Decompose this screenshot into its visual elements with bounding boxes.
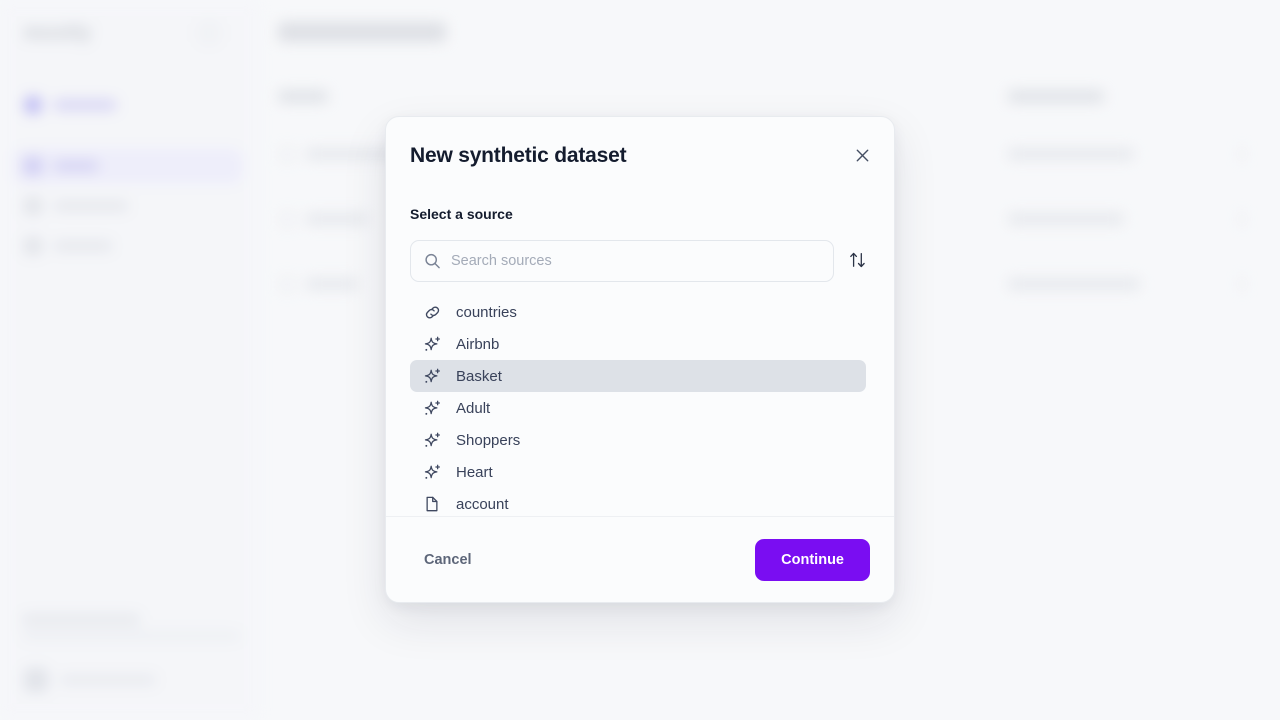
sort-arrows-icon xyxy=(849,251,866,272)
source-list-item[interactable]: Heart xyxy=(410,456,866,488)
source-list[interactable]: countries Airbnb Basket Adult Shoppers Heart a… xyxy=(410,296,870,516)
source-list-item[interactable]: Airbnb xyxy=(410,328,866,360)
dialog-footer: Cancel Continue xyxy=(386,516,894,602)
cancel-button[interactable]: Cancel xyxy=(410,542,486,578)
source-list-item-label: Heart xyxy=(456,463,493,481)
sparkle-icon xyxy=(422,430,442,450)
search-sources-box[interactable] xyxy=(410,240,834,283)
link-icon xyxy=(422,302,442,322)
dialog-body: Select a source Search sources countries… xyxy=(386,168,894,516)
search-input[interactable] xyxy=(451,241,833,282)
source-list-item[interactable]: account xyxy=(410,488,866,516)
sparkle-icon xyxy=(422,366,442,386)
source-list-item[interactable]: Shoppers xyxy=(410,424,866,456)
file-icon xyxy=(422,494,442,514)
sort-sources-button[interactable] xyxy=(844,246,870,276)
search-icon xyxy=(424,253,441,270)
sparkle-icon xyxy=(422,462,442,482)
source-list-item-label: account xyxy=(456,495,509,513)
modal-overlay: New synthetic dataset Select a source Se… xyxy=(0,0,1280,720)
source-list-item[interactable]: Adult xyxy=(410,392,866,424)
select-source-label: Select a source xyxy=(410,206,513,223)
dialog-title: New synthetic dataset xyxy=(410,144,627,167)
close-icon xyxy=(855,148,870,163)
search-row xyxy=(410,240,870,283)
new-synthetic-dataset-dialog: New synthetic dataset Select a source Se… xyxy=(385,116,895,603)
source-list-item-label: Basket xyxy=(456,367,502,385)
sparkle-icon xyxy=(422,398,442,418)
source-list-item-label: Airbnb xyxy=(456,335,500,353)
source-list-item-label: countries xyxy=(456,303,517,321)
source-list-item-label: Adult xyxy=(456,399,491,417)
app-root: mostly New synthetic dataset Select a so… xyxy=(0,0,1280,720)
source-list-item-label: Shoppers xyxy=(456,431,521,449)
continue-button[interactable]: Continue xyxy=(755,538,870,581)
sparkle-icon xyxy=(422,334,442,354)
dialog-header: New synthetic dataset xyxy=(386,117,894,168)
source-list-item[interactable]: Basket xyxy=(410,360,866,393)
source-list-item[interactable]: countries xyxy=(410,296,866,328)
close-dialog-button[interactable] xyxy=(848,141,876,169)
